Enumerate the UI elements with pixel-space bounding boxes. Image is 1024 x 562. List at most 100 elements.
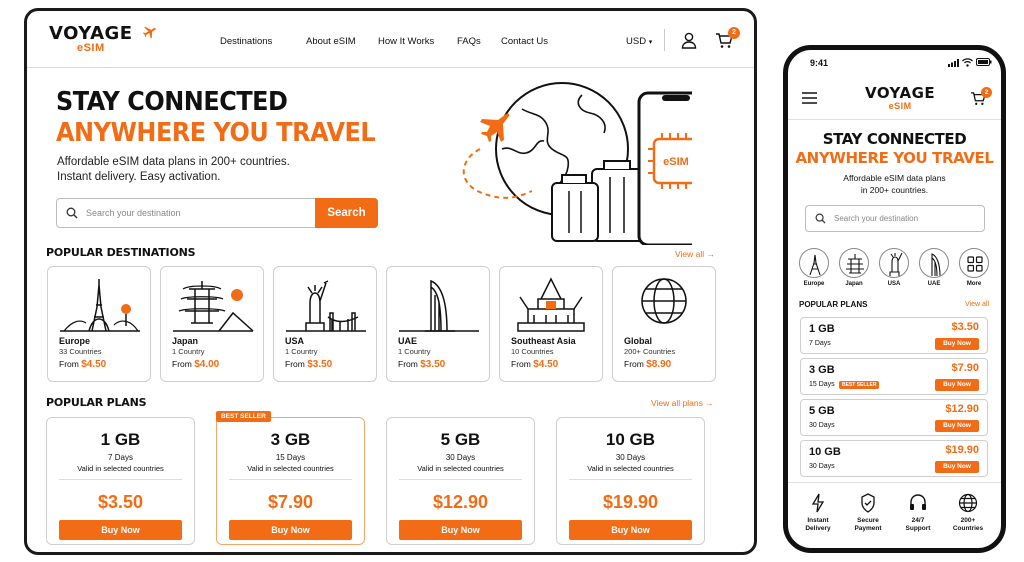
mobile-header: VOYAGE eSIM 2 (788, 76, 1001, 120)
plans-view-all-link[interactable]: View all plans → (651, 398, 714, 408)
destinations-view-all-link[interactable]: View all → (675, 249, 715, 259)
destination-card-japan[interactable]: Japan 1 Country From $4.00 (160, 266, 264, 382)
buy-now-button[interactable]: Buy Now (399, 520, 522, 540)
hero-subtitle: Affordable eSIM data plans in 200+ count… (57, 155, 290, 185)
nav-destinations[interactable]: Destinations (220, 36, 272, 47)
hero-title-line1: STAY CONNECTED (822, 130, 967, 148)
destination-card-usa[interactable]: USA 1 Country From $3.50 (273, 266, 377, 382)
brand-logo[interactable]: VOYAGE eSIM (49, 23, 156, 54)
feature-countries: 200+ Countries (943, 493, 993, 533)
destination-price: From $4.50 (511, 359, 558, 370)
buy-now-button[interactable]: Buy Now (59, 520, 182, 540)
menu-icon[interactable] (802, 92, 817, 104)
destination-count: 200+ Countries (624, 347, 676, 356)
buy-now-button[interactable]: Buy Now (935, 379, 979, 391)
plan-price: $7.90 (951, 362, 979, 374)
from-label: From (285, 359, 305, 369)
price-value: $3.50 (420, 359, 446, 370)
search-icon (815, 213, 826, 224)
destination-price: From $4.00 (172, 359, 219, 370)
burj-al-arab-icon (919, 248, 949, 278)
user-icon[interactable] (681, 32, 697, 49)
mobile-plan-1gb[interactable]: 1 GB 7 Days $3.50 Buy Now (800, 317, 988, 354)
destination-count: 1 Country (398, 347, 431, 356)
brand-logo[interactable]: VOYAGE eSIM (865, 84, 935, 111)
nav-about-esim[interactable]: About eSIM (306, 36, 356, 47)
plan-card-3gb[interactable]: BEST SELLER 3 GB 15 Days Valid in select… (216, 411, 365, 545)
airplane-icon (480, 113, 510, 142)
plan-data: 10 GB (809, 446, 841, 458)
mobile-plan-10gb[interactable]: 10 GB 30 Days $19.90 Buy Now (800, 440, 988, 477)
destination-card-uae[interactable]: UAE 1 Country From $3.50 (386, 266, 490, 382)
plan-card-10gb[interactable]: 10 GB 30 Days Valid in selected countrie… (556, 417, 705, 545)
popular-plans-title: POPULAR PLANS (46, 396, 147, 409)
shield-check-icon (861, 493, 875, 513)
hero-title: STAY CONNECTED ANYWHERE YOU TRAVEL (56, 87, 403, 149)
pagoda-icon (839, 248, 869, 278)
plane-path (462, 113, 533, 199)
nav-how-it-works[interactable]: How It Works (378, 36, 434, 47)
mobile-dest-uae[interactable]: UAE (918, 248, 950, 287)
plan-days: 7 Days (108, 453, 133, 462)
buy-now-button[interactable]: Buy Now (229, 520, 352, 540)
mobile-dest-europe[interactable]: Europe (798, 248, 830, 287)
search-input[interactable]: Search your destination (834, 214, 918, 223)
buy-now-button[interactable]: Buy Now (935, 420, 979, 432)
destination-name: Europe (59, 336, 91, 346)
mobile-plan-3gb[interactable]: 3 GB 15 Days BEST SELLER $7.90 Buy Now (800, 358, 988, 395)
hero-title-line2: ANYWHERE YOU TRAVEL (795, 149, 994, 167)
price-value: $8.90 (646, 359, 672, 370)
eiffel-tower-icon (799, 248, 829, 278)
hero-title-line1: STAY CONNECTED (56, 87, 288, 117)
statue-of-liberty-icon (286, 280, 366, 332)
globe-icon (641, 278, 687, 324)
from-label: From (59, 359, 79, 369)
destination-name: Southeast Asia (511, 336, 576, 346)
plan-price: $3.50 (97, 492, 144, 512)
mobile-dest-more[interactable]: More (958, 248, 990, 287)
destination-count: 1 Country (285, 347, 318, 356)
plan-data: 10 GB (605, 430, 656, 449)
phone-illustration: eSIM (637, 91, 692, 245)
plan-card-1gb[interactable]: 1 GB 7 Days Valid in selected countries … (46, 417, 195, 545)
dest-label: Europe (803, 281, 825, 287)
plan-validity: Valid in selected countries (417, 464, 504, 473)
destination-search: Search your destination (805, 205, 985, 232)
buy-now-button[interactable]: Buy Now (935, 461, 979, 473)
nav-contact-us[interactable]: Contact Us (501, 36, 548, 47)
search-button[interactable]: Search (315, 198, 378, 228)
plan-data: 1 GB (809, 323, 835, 335)
search-icon (66, 207, 78, 219)
buy-now-button[interactable]: Buy Now (569, 520, 692, 540)
cart-button[interactable]: 2 (970, 87, 992, 108)
buy-now-button[interactable]: Buy Now (935, 338, 979, 350)
currency-selector[interactable]: USD ▾ (626, 36, 652, 47)
cart-button[interactable]: 2 (715, 27, 740, 51)
plan-card-5gb[interactable]: 5 GB 30 Days Valid in selected countries… (386, 417, 535, 545)
mobile-dest-usa[interactable]: USA (878, 248, 910, 287)
plan-price: $7.90 (267, 492, 314, 512)
feature-secure-payment: Secure Payment (843, 493, 893, 533)
plan-data: 3 GB (270, 430, 311, 449)
destination-card-global[interactable]: Global 200+ Countries From $8.90 (612, 266, 716, 382)
mobile-plans-view-all[interactable]: View all (965, 301, 989, 308)
destination-card-southeast-asia[interactable]: Southeast Asia 10 Countries From $4.50 (499, 266, 603, 382)
plan-data: 5 GB (440, 430, 481, 449)
plan-days: 15 Days (275, 453, 306, 462)
feature-support: 24/7 Support (893, 493, 943, 533)
hero-title: STAY CONNECTED ANYWHERE YOU TRAVEL (788, 130, 1001, 168)
lightning-icon (811, 493, 825, 513)
plan-days: 30 Days (615, 453, 646, 462)
search-input[interactable]: Search your destination (86, 208, 181, 218)
destination-card-europe[interactable]: Europe 33 Countries From $4.50 (47, 266, 151, 382)
plan-price: $12.90 (945, 403, 979, 415)
wifi-icon (962, 58, 973, 67)
nav-faqs[interactable]: FAQs (457, 36, 481, 47)
plan-days: 30 Days (809, 422, 835, 429)
divider (399, 479, 522, 480)
mobile-dest-japan[interactable]: Japan (838, 248, 870, 287)
dest-label: More (966, 281, 982, 287)
divider (569, 479, 692, 480)
mobile-plan-5gb[interactable]: 5 GB 30 Days $12.90 Buy Now (800, 399, 988, 436)
cart-count-badge: 2 (981, 87, 992, 98)
